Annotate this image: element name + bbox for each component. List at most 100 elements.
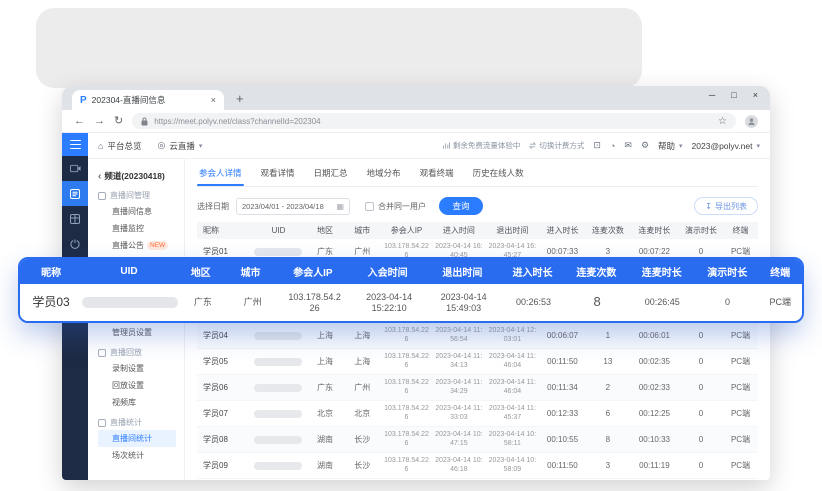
document-list-icon[interactable] (62, 181, 88, 206)
callout-column-header: 入会时间 (350, 264, 425, 279)
uid-redacted-pill (254, 358, 302, 366)
cell-leave: 2023-04-14 10:58:09 (486, 457, 540, 475)
cell-present-duration: 0 (679, 247, 723, 257)
callout-cell-uid (82, 297, 178, 308)
section-title-text: 直播统计 (110, 417, 142, 428)
sidebar-item[interactable]: 直播间信息 (98, 203, 184, 220)
cell-uid (251, 384, 307, 392)
tab-item[interactable]: 观看详情 (259, 167, 297, 186)
sidebar-item[interactable]: 直播公告NEW (98, 237, 184, 254)
window-close-button[interactable]: × (753, 90, 758, 100)
sidebar-item-label: 直播公告 (112, 240, 144, 251)
browser-tab[interactable]: P 202304-直播间信息 × (72, 90, 224, 110)
profile-avatar[interactable] (745, 115, 758, 128)
cell-mic-count: 3 (586, 247, 630, 257)
table-row[interactable]: 学员09湖南长沙103.178.54.2262023-04-14 10:46:1… (197, 453, 758, 479)
window-maximize-button[interactable]: □ (731, 90, 736, 100)
cell-terminal: PC端 (723, 357, 758, 367)
gear-icon[interactable]: ⚙ (641, 140, 649, 151)
cell-name: 学员08 (197, 435, 251, 445)
cloud-live-nav[interactable]: ◎ 云直播 ▾ (157, 140, 202, 152)
traffic-notice[interactable]: 剩余免费流量体验中 (443, 140, 521, 151)
cell-mic-count: 8 (586, 435, 630, 445)
sidebar-item-label: 管理员设置 (112, 327, 152, 338)
cell-terminal: PC端 (723, 461, 758, 471)
cell-ip: 103.178.54.226 (381, 457, 432, 475)
tab-item[interactable]: 观看终端 (418, 167, 456, 186)
sidebar-item[interactable]: 直播间统计 (98, 430, 176, 447)
download-icon: ↧ (705, 202, 712, 211)
platform-overview-nav[interactable]: ⌂ 平台总览 (98, 140, 141, 152)
clock-icon[interactable]: ◔ (610, 141, 615, 151)
tab-close-icon[interactable]: × (211, 95, 216, 105)
cell-region: 湖南 (306, 435, 343, 445)
cell-name: 学员01 (197, 247, 251, 257)
sidebar-item[interactable]: 直播监控 (98, 220, 184, 237)
channel-header[interactable]: ‹ 频道(20230418) (98, 168, 184, 184)
cell-duration: 00:11:50 (539, 357, 586, 367)
tab-item[interactable]: 参会人详情 (197, 167, 244, 186)
callout-cell-name: 学员03 (20, 296, 82, 310)
sidebar-item-label: 直播间统计 (112, 433, 152, 444)
cell-duration: 00:10:55 (539, 435, 586, 445)
cell-terminal: PC端 (723, 383, 758, 393)
grid-layout-icon[interactable] (62, 206, 88, 231)
sidebar-item[interactable]: 管理员设置 (98, 324, 184, 341)
monitor-icon[interactable]: ⊡ (593, 140, 601, 151)
bookmark-star-icon[interactable]: ☆ (718, 116, 727, 127)
url-bar[interactable]: https://meet.polyv.net/class?channelId=2… (132, 113, 736, 129)
highlighted-row-callout: 昵称UID地区城市参会人IP入会时间退出时间进入时长连麦次数连麦时长演示时长终端… (18, 257, 804, 323)
cell-present-duration: 0 (679, 409, 723, 419)
table-row[interactable]: 学员05上海上海103.178.54.2262023-04-14 11:34:1… (197, 349, 758, 375)
video-camera-icon[interactable] (62, 156, 88, 181)
uid-redacted-pill (254, 332, 302, 340)
refresh-icon[interactable]: ↻ (114, 116, 123, 127)
sidebar-item[interactable]: 视频库 (98, 394, 184, 411)
uid-redacted-pill (254, 410, 302, 418)
back-icon[interactable]: ← (74, 116, 85, 127)
table-row[interactable]: 学员04上海上海103.178.54.2262023-04-14 11:56:5… (197, 323, 758, 349)
tab-item[interactable]: 地域分布 (365, 167, 403, 186)
help-menu[interactable]: 帮助 ▾ (658, 140, 683, 152)
filter-row: 选择日期 2023/04/01 - 2023/04/18 ▦ 合并同一用户 查询 (197, 196, 758, 216)
query-button[interactable]: 查询 (439, 197, 483, 215)
cell-ip: 103.178.54.226 (381, 353, 432, 371)
uid-redacted-pill (82, 297, 178, 308)
section-title-text: 直播回放 (110, 347, 142, 358)
date-range-input[interactable]: 2023/04/01 - 2023/04/18 ▦ (236, 198, 350, 215)
cell-present-duration: 0 (679, 435, 723, 445)
chevron-down-icon: ▾ (756, 142, 760, 150)
tab-item[interactable]: 历史在线人数 (471, 167, 526, 186)
table-row[interactable]: 学员06广东广州103.178.54.2262023-04-14 11:34:2… (197, 375, 758, 401)
cell-ip: 103.178.54.226 (381, 431, 432, 449)
sidebar-item[interactable]: 回放设置 (98, 377, 184, 394)
mail-icon[interactable]: ✉ (624, 140, 632, 151)
uid-redacted-pill (254, 384, 302, 392)
hamburger-menu-button[interactable] (62, 133, 88, 156)
callout-cell-city: 广州 (228, 297, 278, 307)
merge-user-checkbox[interactable]: 合并同一用户 (365, 201, 426, 212)
callout-column-header: 终端 (758, 264, 802, 279)
table-row[interactable]: 学员07北京北京103.178.54.2262023-04-14 11:33:0… (197, 401, 758, 427)
new-tab-button[interactable]: + (236, 91, 244, 106)
callout-row[interactable]: 学员03广东广州103.178.54.2262023-04-14 15:22:1… (20, 284, 802, 321)
tab-item[interactable]: 日期汇总 (312, 167, 350, 186)
checkbox-box[interactable] (365, 202, 374, 211)
sidebar-item[interactable]: 录制设置 (98, 360, 184, 377)
power-icon[interactable] (62, 231, 88, 256)
forward-icon[interactable]: → (94, 116, 105, 127)
callout-column-header: 连麦次数 (565, 264, 627, 279)
new-badge: NEW (147, 241, 168, 250)
sidebar-section-title: 直播间管理 (98, 188, 184, 203)
window-minimize-button[interactable]: ─ (709, 90, 715, 100)
cell-uid (251, 410, 307, 418)
cell-join: 2023-04-14 11:33:03 (432, 405, 486, 423)
sidebar-item[interactable]: 场次统计 (98, 447, 184, 464)
export-list-button[interactable]: ↧ 导出列表 (694, 197, 758, 215)
table-row[interactable]: 学员08湖南长沙103.178.54.2262023-04-14 10:47:1… (197, 427, 758, 453)
billing-switch-link[interactable]: 切换计费方式 (529, 140, 584, 151)
callout-cell-terminal: PC端 (759, 297, 802, 307)
account-menu[interactable]: 2023@polyv.net ▾ (692, 141, 760, 151)
cell-region: 广东 (306, 383, 343, 393)
checkbox-label: 合并同一用户 (378, 201, 426, 212)
